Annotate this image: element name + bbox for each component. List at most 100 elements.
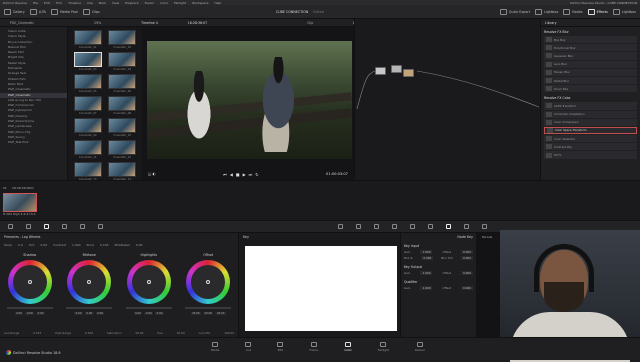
lut-folder-item[interactable]: PGE_Teal Pink [0,140,67,145]
fx-item-color-space-transform[interactable]: Color Space Transform [544,126,637,135]
color-wheel[interactable] [67,260,112,304]
hdr-icon[interactable] [62,224,67,229]
tracker-icon[interactable] [392,224,397,229]
section-resolve-fx-color[interactable]: Resolve FX Color [541,93,640,101]
zoom-level[interactable]: 29% [94,21,101,25]
fx-item[interactable]: Color Stabilizer [544,135,637,143]
wheel-value[interactable]: 0.00 [36,312,45,315]
shadow-wheel[interactable]: Shadow 0.00 0.00 0.00 [3,253,57,315]
menu-item[interactable]: Edit [44,1,50,5]
color-wheel[interactable] [7,260,52,304]
effects-button[interactable]: Effects [587,8,608,15]
color-match-icon[interactable] [26,224,31,229]
wheel-value[interactable]: 0.00 [25,312,35,315]
lut-thumbnail[interactable]: Cinematic_12 [107,140,139,159]
param-value[interactable]: 0.550 [85,331,93,335]
nodes-button[interactable]: Nodes [563,8,583,15]
clip-thumbnail[interactable] [3,193,37,212]
param-value[interactable]: 1.000 [72,243,81,247]
page-tab-cut[interactable]: Cut [245,342,252,352]
wheel-value[interactable]: 25.00 [203,312,214,315]
offset-value[interactable]: 0.000 [460,250,473,254]
gain-value[interactable]: 1.000 [420,271,433,275]
wheel-value[interactable]: 25.00 [215,312,226,315]
midtone-wheel[interactable]: Midtone 0.00 0.00 0.00 [62,253,116,315]
page-tab-deliver[interactable]: Deliver [415,342,425,352]
blur-hv-value[interactable]: 0.000 [460,256,473,260]
section-resolve-fx-blur[interactable]: Resolve FX Blur [541,27,640,35]
param-value[interactable]: 100.00 [224,331,234,335]
wheel-value[interactable]: 0.00 [133,312,143,315]
menu-item[interactable]: Color [160,1,168,5]
fx-item[interactable]: Color Compressor [544,118,637,126]
color-node-01[interactable] [375,67,386,75]
gallery-button[interactable]: Gallery [4,8,25,15]
lut-thumbnail[interactable]: Cinematic_04 [107,52,139,71]
master-slider[interactable] [6,307,53,309]
lut-thumbnail[interactable]: Cinematic_01 [72,30,104,49]
wheel-handle[interactable] [206,280,211,284]
param-value[interactable]: 0.333 [33,331,41,335]
wheel-handle[interactable] [87,280,92,284]
gain-value[interactable]: 1.000 [420,286,433,290]
fx-item[interactable]: Lens Blur [544,60,637,68]
menu-item[interactable]: Mark [99,1,106,5]
menu-item[interactable]: Clip [87,1,93,5]
camera-raw-icon[interactable] [8,224,13,229]
lut-thumbnail[interactable]: Cinematic_13 [72,162,104,181]
timeline-dropdown[interactable]: Timeline 4 [141,21,158,25]
page-tab-media[interactable]: Media [211,342,219,352]
fx-item[interactable]: DCTL [544,151,637,159]
first-frame-icon[interactable]: ⏮ [223,172,227,177]
quick-export-button[interactable]: Quick Export [499,8,530,15]
fx-item[interactable]: Zoom Blur [544,85,637,93]
color-wheels-icon[interactable] [44,224,49,229]
page-tab-fusion[interactable]: Fusion [309,342,318,352]
3d-icon[interactable] [482,224,487,229]
lightbox2-button[interactable]: Lightbox [612,8,636,15]
wheel-handle[interactable] [146,280,151,284]
qualifier-icon[interactable] [356,224,361,229]
clip-dropdown[interactable]: Clip [307,21,313,25]
wheel-value[interactable]: 25.00 [190,312,202,315]
magic-mask-icon[interactable] [410,224,415,229]
color-node-03[interactable] [403,69,414,77]
page-tab-fairlight[interactable]: Fairlight [378,342,389,352]
menu-item[interactable]: Fairlight [174,1,186,5]
media-pool-button[interactable]: Media Pool [51,8,78,15]
loop-icon[interactable]: ↻ [255,172,258,177]
lut-thumbnail[interactable]: Cinematic_07 [72,96,104,115]
param-value[interactable]: 0.00 [136,243,143,247]
fx-item[interactable]: Directional Blur [544,44,637,52]
wheel-value[interactable]: 0.00 [14,312,24,315]
param-value[interactable]: 0.0 [18,243,23,247]
offset-wheel[interactable]: Offset 25.00 25.00 25.00 [181,253,235,315]
luts-button[interactable]: LUTs [29,8,46,15]
color-node-02[interactable] [391,65,402,73]
lut-thumbnail[interactable]: Cinematic_11 [72,140,104,159]
fx-item[interactable]: ACES Transform [544,102,637,110]
color-wheel[interactable] [186,260,231,304]
last-frame-icon[interactable]: ⏭ [249,172,253,177]
video-frame[interactable] [147,41,352,159]
curves-icon[interactable] [338,224,343,229]
offset-value[interactable]: 0.000 [460,286,473,290]
lightbox-button[interactable]: Lightbox [535,8,558,15]
lut-thumbnail-selected[interactable]: Cinematic_03 [72,52,104,71]
fx-item[interactable]: Gaussian Blur [544,52,637,60]
blur-value[interactable]: 0.000 [421,256,434,260]
lut-thumbnail[interactable]: Cinematic_06 [107,74,139,93]
param-value[interactable]: 0.435 [100,243,109,247]
gain-value[interactable]: 1.000 [420,250,433,254]
master-slider[interactable] [125,307,172,309]
play-icon[interactable]: ▶ [243,172,246,177]
node-editor[interactable] [354,19,540,180]
clips-button[interactable]: Clips [82,8,100,15]
color-wheel[interactable] [126,260,171,304]
menu-item[interactable]: Help [214,1,221,5]
wheel-value[interactable]: 0.00 [74,312,83,315]
fx-item[interactable]: Box Blur [544,36,637,44]
wheel-value[interactable]: 0.00 [155,312,164,315]
viewer-options-icon[interactable]: ◱ ◐ [148,172,156,176]
library-header[interactable]: Library [545,21,557,25]
